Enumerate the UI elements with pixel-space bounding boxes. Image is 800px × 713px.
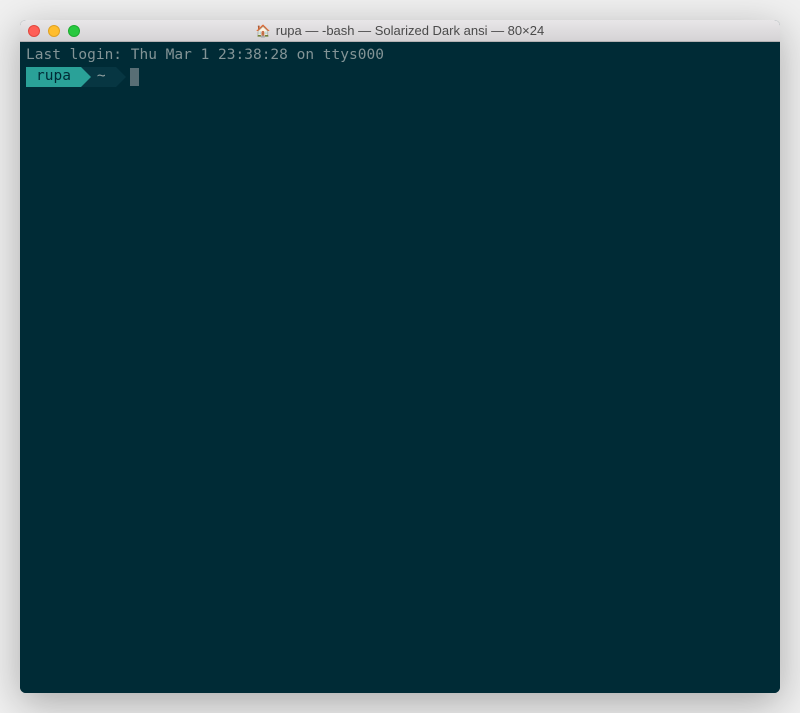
- traffic-lights: [28, 25, 80, 37]
- terminal-body[interactable]: Last login: Thu Mar 1 23:38:28 on ttys00…: [20, 42, 780, 693]
- last-login-line: Last login: Thu Mar 1 23:38:28 on ttys00…: [26, 46, 774, 66]
- cursor: [130, 68, 139, 86]
- home-icon: 🏠: [256, 24, 271, 38]
- terminal-window: 🏠 rupa — -bash — Solarized Dark ansi — 8…: [20, 20, 780, 693]
- window-title-wrap: 🏠 rupa — -bash — Solarized Dark ansi — 8…: [20, 23, 780, 38]
- maximize-icon[interactable]: [68, 25, 80, 37]
- prompt-line: rupa ~: [26, 67, 774, 87]
- minimize-icon[interactable]: [48, 25, 60, 37]
- window-title: rupa — -bash — Solarized Dark ansi — 80×…: [276, 23, 544, 38]
- close-icon[interactable]: [28, 25, 40, 37]
- prompt-user-segment: rupa: [26, 67, 81, 87]
- titlebar[interactable]: 🏠 rupa — -bash — Solarized Dark ansi — 8…: [20, 20, 780, 42]
